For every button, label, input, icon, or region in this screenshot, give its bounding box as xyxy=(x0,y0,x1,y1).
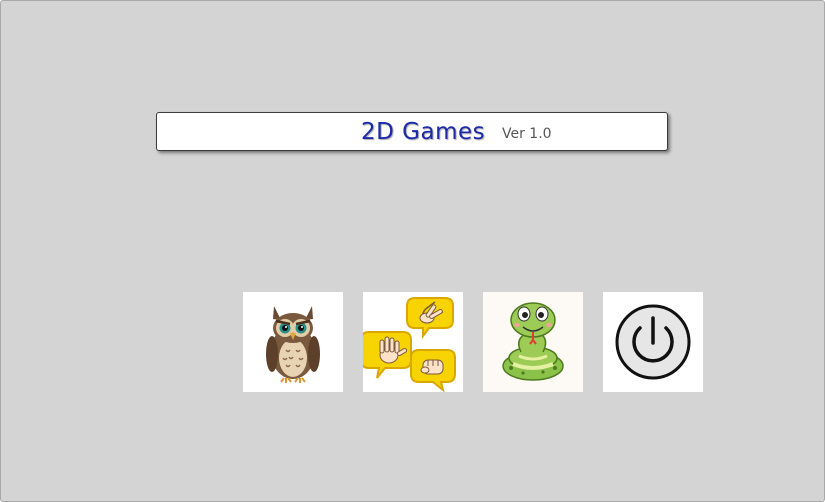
snake-icon xyxy=(502,302,564,381)
owl-icon xyxy=(266,306,320,383)
version-label: Ver 1.0 xyxy=(502,126,552,142)
rock-paper-scissors-game-button[interactable] xyxy=(363,292,463,392)
power-button[interactable] xyxy=(603,292,703,392)
rock-paper-scissors-icon xyxy=(363,297,456,392)
title-bar: 2D Games Ver 1.0 xyxy=(156,112,668,151)
app-title: 2D Games xyxy=(361,119,486,145)
owl-game-button[interactable] xyxy=(243,292,343,392)
app-window: 2D Games Ver 1.0 xyxy=(0,0,825,502)
power-icon xyxy=(615,304,691,380)
snake-game-button[interactable] xyxy=(483,292,583,392)
